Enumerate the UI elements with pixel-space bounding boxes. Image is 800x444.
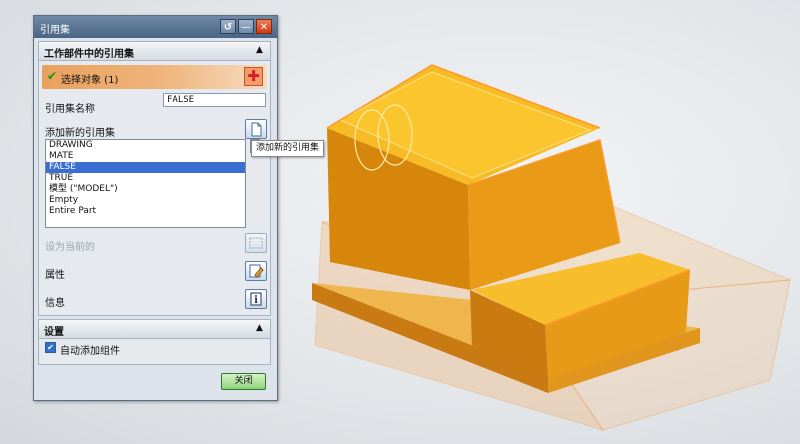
auto-add-checkbox[interactable]: ✔: [45, 342, 56, 353]
check-icon: ✔: [47, 69, 58, 83]
new-document-icon[interactable]: [245, 119, 267, 139]
info-icon[interactable]: i: [245, 289, 267, 309]
list-item[interactable]: 模型 ("MODEL"): [46, 184, 245, 195]
reference-set-dialog: 引用集 ↺ — ✕ 工作部件中的引用集 ▲ ✔ 选择对象 (1) ✚ 引用集名称…: [33, 15, 278, 401]
svg-text:i: i: [254, 295, 258, 306]
reset-icon[interactable]: ↺: [220, 19, 236, 34]
settings-header[interactable]: 设置 ▲: [39, 320, 270, 339]
auto-add-label: 自动添加组件: [60, 346, 120, 357]
reference-set-name-label: 引用集名称: [45, 104, 95, 115]
list-item[interactable]: TRUE: [46, 173, 245, 184]
group-header[interactable]: 工作部件中的引用集 ▲: [39, 42, 270, 61]
list-item-selected[interactable]: FALSE: [46, 162, 245, 173]
set-current-label: 设为当前的: [45, 242, 95, 253]
list-item[interactable]: Empty: [46, 195, 245, 206]
list-item[interactable]: DRAWING: [46, 140, 245, 151]
collapse-icon[interactable]: ▲: [253, 44, 266, 56]
group-header-label: 工作部件中的引用集: [44, 49, 134, 60]
minimize-icon[interactable]: —: [238, 19, 254, 34]
info-label: 信息: [45, 298, 65, 309]
add-new-reference-set-label: 添加新的引用集: [45, 128, 115, 139]
dialog-titlebar[interactable]: 引用集 ↺ — ✕: [34, 16, 277, 38]
crosshair-icon[interactable]: ✚: [244, 67, 263, 86]
add-new-reference-set-tooltip: 添加新的引用集: [251, 140, 325, 157]
close-icon[interactable]: ✕: [256, 19, 272, 34]
reference-set-list[interactable]: DRAWING MATE FALSE TRUE 模型 ("MODEL") Emp…: [45, 139, 246, 228]
settings-header-label: 设置: [44, 327, 64, 338]
group-settings: 设置 ▲ ✔ 自动添加组件: [38, 319, 271, 365]
main-block: [327, 65, 620, 290]
select-object-label: 选择对象 (1): [61, 75, 119, 86]
group-work-part-reference-sets: 工作部件中的引用集 ▲ ✔ 选择对象 (1) ✚ 引用集名称 FALSE 添加新…: [38, 41, 271, 316]
reference-set-name-input[interactable]: FALSE: [163, 93, 266, 107]
list-item[interactable]: Entire Part: [46, 206, 245, 217]
close-button[interactable]: 关闭: [221, 373, 266, 390]
properties-label: 属性: [45, 270, 65, 281]
list-item[interactable]: MATE: [46, 151, 245, 162]
collapse-icon[interactable]: ▲: [253, 322, 266, 334]
properties-icon[interactable]: [245, 261, 267, 281]
select-object-row[interactable]: ✔ 选择对象 (1) ✚: [42, 65, 267, 89]
set-current-icon[interactable]: [245, 233, 267, 253]
dialog-title: 引用集: [40, 25, 70, 36]
